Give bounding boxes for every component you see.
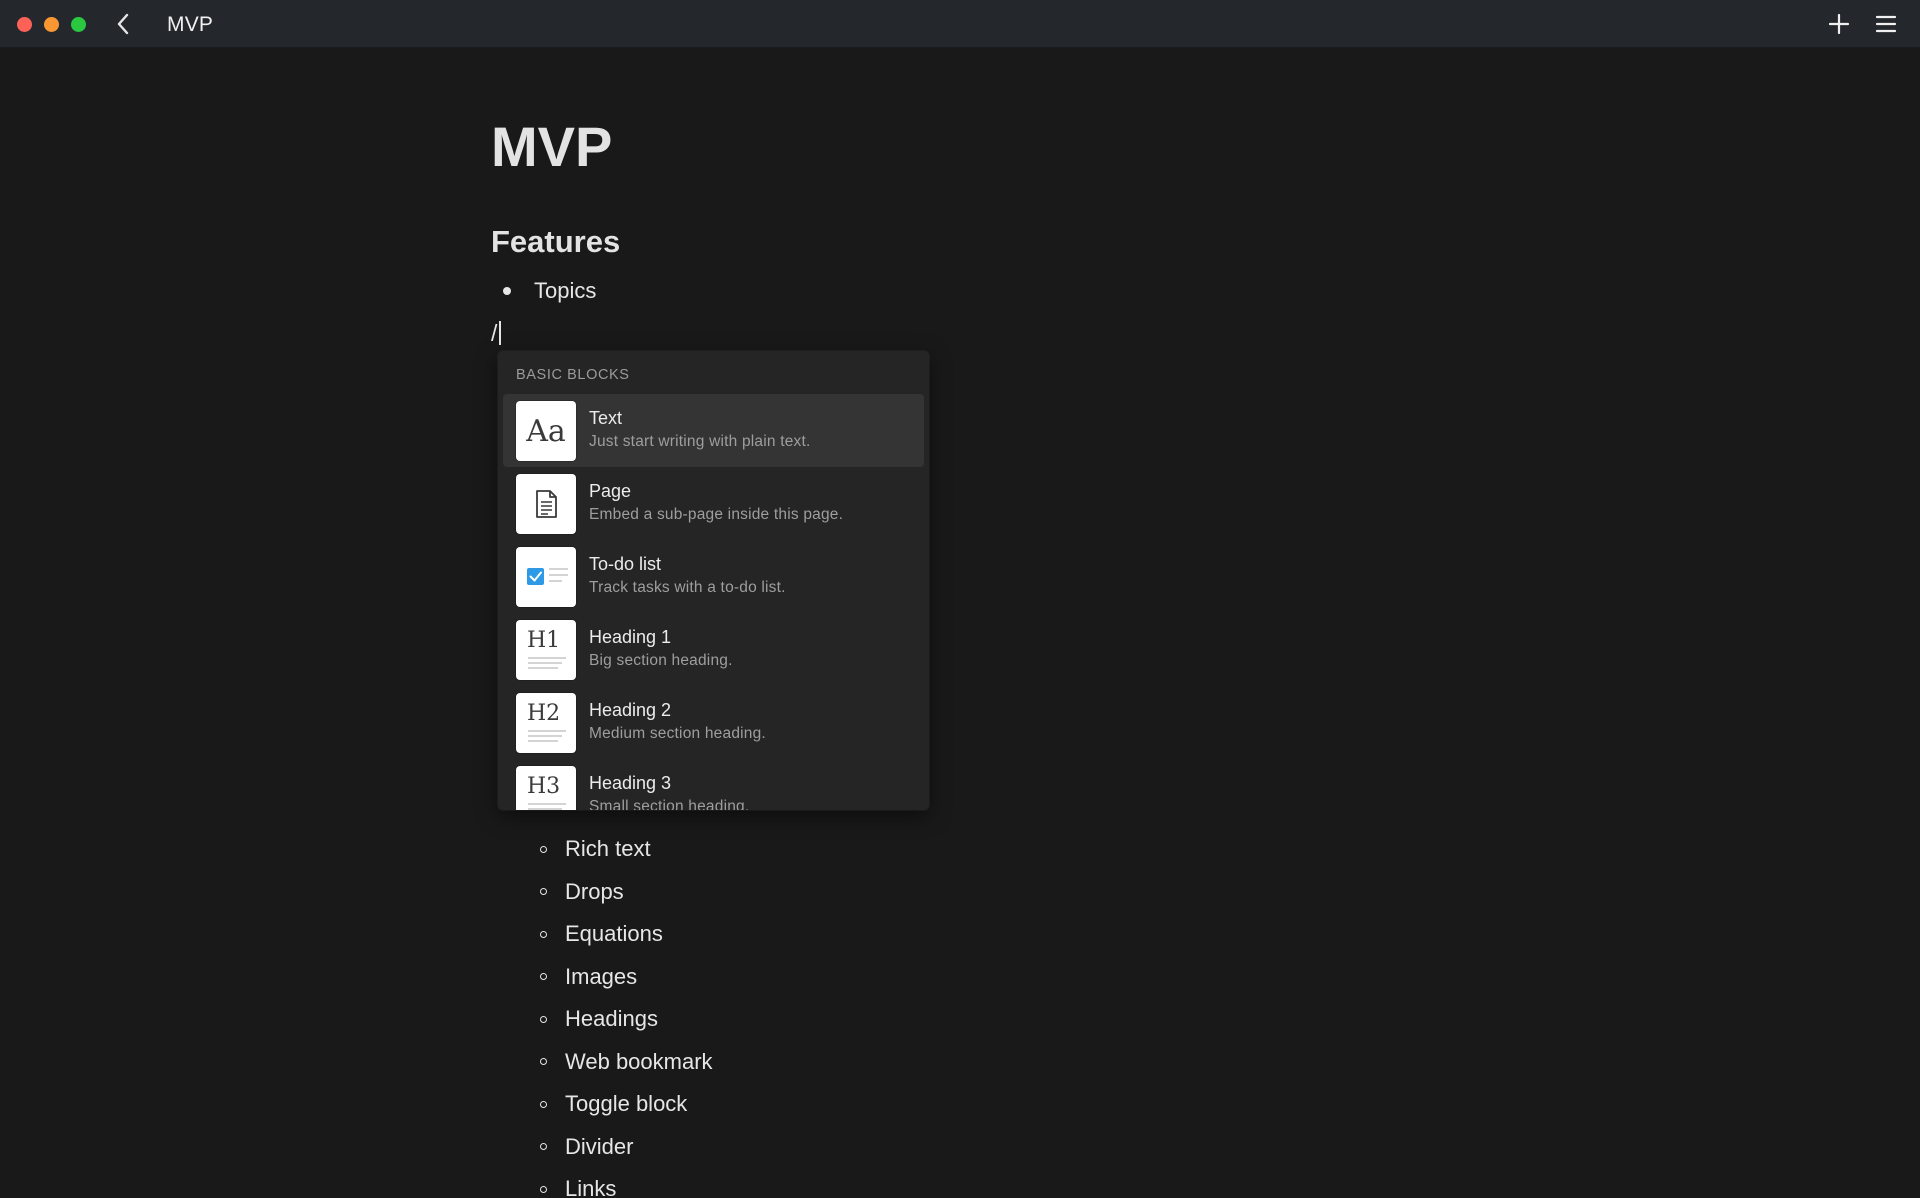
page-icon (516, 474, 576, 534)
bullet-circle-icon (540, 973, 547, 981)
close-window-button[interactable] (17, 17, 32, 32)
minimize-window-button[interactable] (44, 17, 59, 32)
list-item[interactable]: Links (540, 1168, 713, 1198)
list-item[interactable]: Headings (540, 998, 713, 1041)
menu-item-text[interactable]: Aa Text Just start writing with plain te… (503, 394, 924, 467)
bullet-circle-icon (540, 1185, 547, 1193)
heading-3-icon: H3 (516, 766, 576, 810)
menu-item-description: Track tasks with a to-do list. (589, 579, 786, 596)
list-item[interactable]: Rich text (540, 828, 713, 871)
menu-item-label: To-do list (589, 554, 662, 574)
bullet-dot-icon (503, 287, 511, 295)
list-item-label: Images (565, 963, 638, 989)
bullet-circle-icon (540, 1143, 547, 1151)
menu-item-label: Page (589, 481, 632, 501)
list-item-label: Links (565, 1176, 617, 1198)
menu-section-header: BASIC BLOCKS (516, 367, 630, 383)
app-window: MVP MVP Features Topics / Rich text Drop… (0, 0, 1920, 1198)
list-item-label: Rich text (565, 836, 651, 862)
section-heading[interactable]: Features (491, 222, 620, 262)
new-page-button[interactable] (1828, 13, 1850, 35)
todo-checkbox-icon (516, 547, 576, 607)
list-item[interactable]: Equations (540, 913, 713, 956)
menu-item-description: Just start writing with plain text. (589, 433, 811, 450)
bullet-circle-icon (540, 888, 547, 896)
bullet-circle-icon (540, 1015, 547, 1023)
list-item[interactable]: Toggle block (540, 1083, 713, 1126)
back-button[interactable] (112, 11, 136, 37)
list-item-label: Equations (565, 921, 663, 947)
menu-item-label: Heading 1 (589, 627, 672, 647)
bullet-circle-icon (540, 1058, 547, 1066)
menu-item-todo-list[interactable]: To-do list Track tasks with a to-do list… (503, 540, 924, 613)
text-caret (499, 321, 502, 345)
bullet-circle-icon (540, 1100, 547, 1108)
list-item-label: Divider (565, 1133, 634, 1159)
bullet-circle-icon (540, 845, 547, 853)
list-item[interactable]: Images (540, 956, 713, 999)
hamburger-menu-icon (1875, 15, 1897, 33)
menu-item-description: Medium section heading. (589, 725, 766, 742)
menu-item-label: Heading 2 (589, 700, 672, 720)
menu-item-heading-1[interactable]: H1 Heading 1 Big section heading. (503, 613, 924, 686)
menu-item-label: Heading 3 (589, 773, 672, 793)
chevron-left-icon (117, 13, 129, 35)
list-item-label: Web bookmark (565, 1048, 713, 1074)
window-title: MVP (167, 13, 214, 36)
menu-item-heading-2[interactable]: H2 Heading 2 Medium section heading. (503, 686, 924, 759)
menu-item-label: Text (589, 408, 623, 428)
slash-text: / (491, 319, 498, 346)
block-type-list: Aa Text Just start writing with plain te… (503, 394, 924, 810)
plus-icon (1828, 13, 1850, 35)
list-item-label: Toggle block (565, 1091, 688, 1117)
heading-1-icon: H1 (516, 620, 576, 680)
nested-bullet-list: Rich text Drops Equations Images Heading… (540, 828, 713, 1198)
menu-item-heading-3[interactable]: H3 Heading 3 Small section heading. (503, 759, 924, 810)
list-item-label: Topics (534, 278, 597, 303)
list-item[interactable]: Web bookmark (540, 1041, 713, 1084)
list-item-label: Headings (565, 1006, 658, 1032)
page-title[interactable]: MVP (491, 113, 612, 181)
title-bar: MVP (0, 0, 1920, 48)
menu-item-page[interactable]: Page Embed a sub-page inside this page. (503, 467, 924, 540)
list-item[interactable]: Topics (503, 276, 596, 306)
menu-item-description: Small section heading. (589, 798, 750, 810)
maximize-window-button[interactable] (71, 17, 86, 32)
slash-command-menu: BASIC BLOCKS Aa Text Just start writing … (498, 351, 929, 810)
text-block-icon: Aa (516, 401, 576, 461)
menu-button[interactable] (1875, 14, 1897, 34)
slash-command-input[interactable]: / (491, 318, 502, 348)
menu-item-description: Big section heading. (589, 652, 733, 669)
heading-2-icon: H2 (516, 693, 576, 753)
list-item[interactable]: Drops (540, 871, 713, 914)
bullet-circle-icon (540, 930, 547, 938)
menu-item-description: Embed a sub-page inside this page. (589, 506, 844, 523)
list-item-label: Drops (565, 878, 624, 904)
list-item[interactable]: Divider (540, 1126, 713, 1169)
